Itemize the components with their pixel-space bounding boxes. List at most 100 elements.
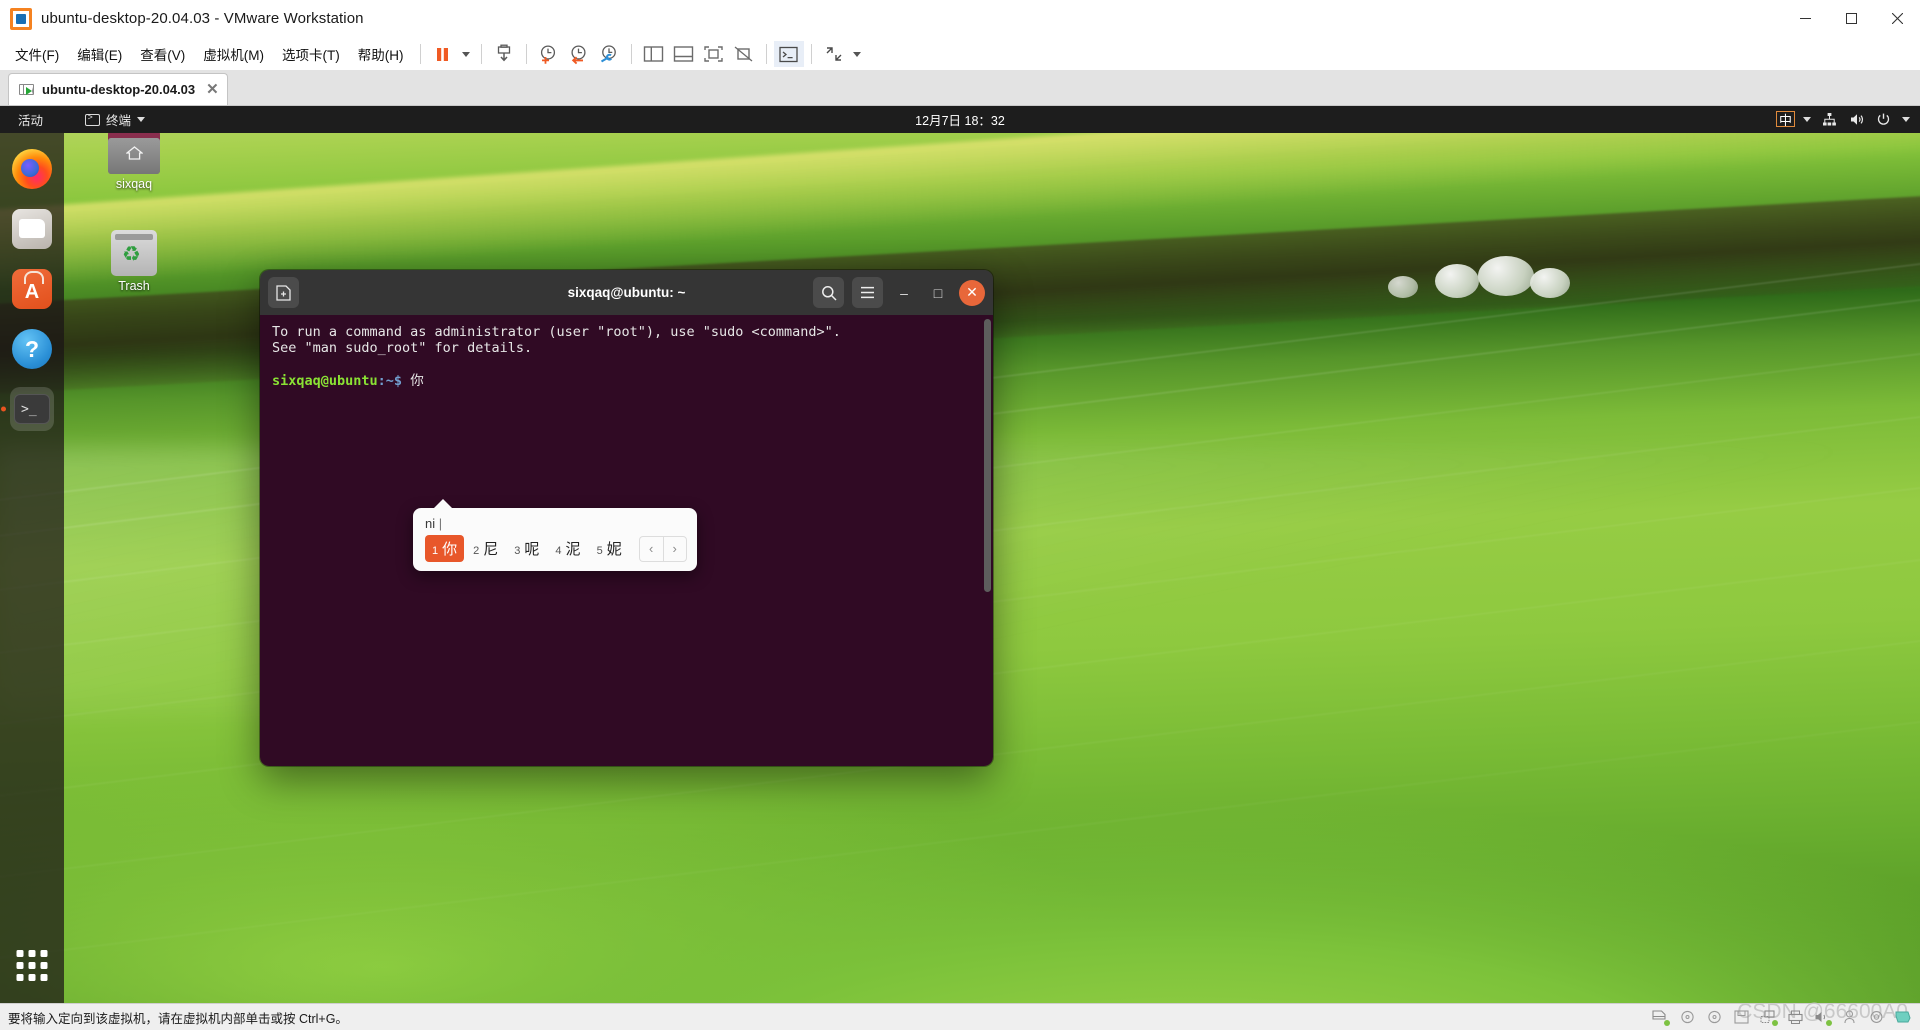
- ime-popup-tail-icon: [433, 499, 453, 509]
- ime-candidate-4-text: 泥: [565, 541, 581, 558]
- unity-mode-icon[interactable]: [729, 41, 759, 67]
- cd-drive-2-icon[interactable]: [1705, 1009, 1723, 1025]
- dock-item-ubuntu-software[interactable]: A: [10, 267, 54, 311]
- dock-item-firefox[interactable]: [10, 147, 54, 191]
- network-icon: [1821, 111, 1838, 128]
- ubuntu-dock: A ? >_: [0, 133, 64, 1003]
- terminal-scrollbar[interactable]: [984, 319, 991, 766]
- ime-prev-page-button[interactable]: ‹: [638, 535, 663, 562]
- tab-strip: ubuntu-desktop-20.04.03 ✕: [0, 70, 1920, 106]
- terminal-maximize-button[interactable]: □: [925, 280, 951, 306]
- window-titlebar: ubuntu-desktop-20.04.03 - VMware Worksta…: [0, 0, 1920, 38]
- expand-dropdown-caret-icon[interactable]: [849, 41, 865, 67]
- ime-candidate-3[interactable]: 3 呢: [507, 535, 546, 562]
- ime-candidate-2[interactable]: 2 尼: [466, 535, 505, 562]
- cd-drive-icon[interactable]: [1678, 1009, 1696, 1025]
- ime-preedit: ni |: [425, 516, 687, 531]
- terminal-minimize-button[interactable]: –: [891, 280, 917, 306]
- terminal-menu-button[interactable]: [852, 277, 883, 308]
- menu-separator-1: [419, 44, 421, 64]
- ime-next-page-button[interactable]: ›: [662, 535, 687, 562]
- terminal-window-controls: – □ ✕: [813, 277, 985, 308]
- pause-icon[interactable]: [428, 41, 458, 67]
- dock-item-help[interactable]: ?: [10, 327, 54, 371]
- show-applications-button[interactable]: [16, 950, 48, 981]
- ime-candidate-2-text: 尼: [483, 541, 499, 558]
- activities-label: 活动: [18, 114, 44, 128]
- show-sidebar-icon[interactable]: [639, 41, 669, 67]
- dock-item-terminal[interactable]: >_: [10, 387, 54, 431]
- ime-indicator[interactable]: 中: [1775, 110, 1796, 129]
- pause-dropdown-caret-icon[interactable]: [458, 41, 474, 67]
- menu-separator-3: [525, 44, 527, 64]
- ime-candidate-popup[interactable]: ni | 1 你 2 尼 3 呢 4 泥 5 妮 ‹ ›: [413, 499, 697, 571]
- terminal-typed-text: 你: [410, 372, 424, 389]
- ime-candidate-3-text: 呢: [524, 541, 540, 558]
- ime-candidate-4[interactable]: 4 泥: [548, 535, 587, 562]
- guest-screen[interactable]: 活动 终端 12月7日 18：32 中: [0, 106, 1920, 1003]
- panel-clock[interactable]: 12月7日 18：32: [0, 110, 1920, 129]
- terminal-close-button[interactable]: ✕: [959, 279, 985, 306]
- menu-edit[interactable]: 编辑(E): [68, 40, 131, 68]
- menu-tabs[interactable]: 选项卡(T): [273, 40, 349, 68]
- menu-help[interactable]: 帮助(H): [349, 40, 413, 68]
- panel-status-area[interactable]: 中: [1775, 110, 1910, 129]
- desktop-icon-trash[interactable]: ♻ Trash: [88, 230, 180, 293]
- revert-snapshot-icon[interactable]: [564, 41, 594, 67]
- display-icon[interactable]: [1894, 1009, 1912, 1025]
- vm-tab-ubuntu[interactable]: ubuntu-desktop-20.04.03 ✕: [8, 73, 228, 105]
- ime-candidate-1-number: 1: [432, 545, 439, 557]
- app-menu-label: 终端: [106, 114, 132, 128]
- ime-candidate-5-text: 妮: [606, 541, 622, 558]
- network-adapter-icon[interactable]: [1759, 1009, 1778, 1026]
- dock-item-files[interactable]: [10, 207, 54, 251]
- terminal-line-2: See "man sudo_root" for details.: [272, 340, 533, 357]
- hard-disk-icon[interactable]: [1651, 1009, 1670, 1026]
- status-hint: 要将输入定向到该虚拟机，请在虚拟机内部单击或按 Ctrl+G。: [8, 1011, 348, 1026]
- menu-view[interactable]: 查看(V): [131, 40, 194, 68]
- take-snapshot-icon[interactable]: [534, 41, 564, 67]
- activities-button[interactable]: 活动: [10, 107, 51, 132]
- vmware-window: ubuntu-desktop-20.04.03 - VMware Worksta…: [0, 0, 1920, 1030]
- vm-thumbnail-icon: [19, 82, 35, 98]
- terminal-icon[interactable]: [773, 41, 804, 67]
- ubuntu-software-icon: A: [12, 269, 52, 309]
- sound-card-icon[interactable]: [1813, 1009, 1832, 1026]
- power-snapshot-icon[interactable]: [489, 41, 519, 67]
- panel-chevron-down-icon[interactable]: [1902, 117, 1910, 122]
- ime-candidate-3-number: 3: [514, 545, 521, 557]
- printer-icon[interactable]: [1786, 1009, 1804, 1025]
- ime-candidate-2-number: 2: [473, 545, 480, 557]
- app-menu-terminal[interactable]: 终端: [77, 107, 153, 132]
- ime-candidate-5[interactable]: 5 妮: [590, 535, 629, 562]
- terminal-search-button[interactable]: [813, 277, 844, 308]
- terminal-new-tab-button[interactable]: [268, 277, 299, 308]
- terminal-line-1: To run a command as administrator (user …: [272, 324, 841, 340]
- minimize-button[interactable]: [1782, 0, 1828, 38]
- menu-separator-6: [810, 44, 812, 64]
- show-console-icon[interactable]: [669, 41, 699, 67]
- menu-separator-2: [480, 44, 482, 64]
- terminal-icon-dock: >_: [14, 394, 50, 424]
- vmware-logo-icon: [10, 7, 32, 30]
- ime-candidate-1[interactable]: 1 你: [425, 535, 465, 562]
- floppy-icon[interactable]: [1732, 1009, 1750, 1025]
- ime-candidate-row: 1 你 2 尼 3 呢 4 泥 5 妮 ‹ ›: [425, 535, 687, 562]
- usb-icon[interactable]: [1840, 1009, 1858, 1025]
- vm-tab-close-icon[interactable]: ✕: [206, 82, 219, 97]
- full-screen-icon[interactable]: [699, 41, 729, 67]
- close-button[interactable]: [1874, 0, 1920, 38]
- files-icon: [12, 209, 52, 249]
- ime-chevron-down-icon[interactable]: [1803, 117, 1811, 122]
- terminal-prompt-line: sixqaq@ubuntu:~$ 你: [272, 373, 981, 389]
- menu-file[interactable]: 文件(F): [6, 40, 68, 68]
- ime-candidate-5-number: 5: [596, 545, 603, 557]
- maximize-button[interactable]: [1828, 0, 1874, 38]
- menu-separator-5: [765, 44, 767, 64]
- camera-icon[interactable]: [1867, 1009, 1885, 1025]
- home-folder-icon: [108, 130, 160, 174]
- expand-icon[interactable]: [819, 41, 849, 67]
- desktop-icon-home[interactable]: sixqaq: [88, 130, 180, 191]
- snapshot-manager-icon[interactable]: [594, 41, 624, 67]
- menu-vm[interactable]: 虚拟机(M): [194, 40, 273, 68]
